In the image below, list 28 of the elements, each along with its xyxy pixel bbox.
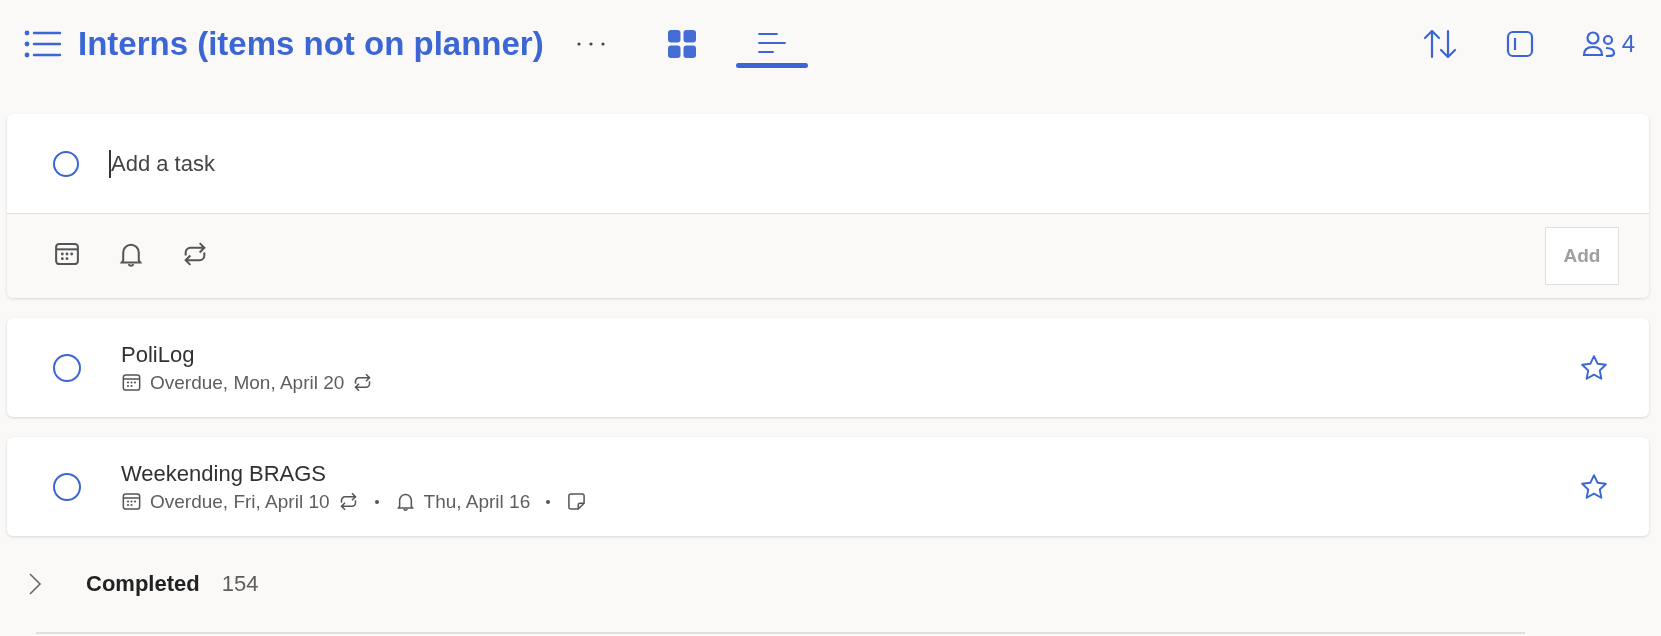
bell-icon (394, 491, 416, 512)
reminder-date: Thu, April 16 (423, 490, 531, 513)
members-button[interactable]: 4 (1581, 30, 1635, 58)
note-icon (566, 491, 588, 512)
list-title: Interns (items not on planner) (78, 25, 544, 63)
calendar-icon (121, 491, 142, 512)
sort-icon[interactable] (1421, 28, 1458, 60)
chevron-icon[interactable] (28, 572, 42, 596)
task-circle[interactable] (53, 150, 79, 177)
task-title[interactable]: PoliLog (121, 341, 1579, 368)
task-circle[interactable] (53, 472, 81, 501)
menu-icon[interactable] (24, 29, 62, 59)
panel-icon[interactable] (1505, 30, 1534, 58)
grid-icon (666, 29, 697, 59)
separator-dot (546, 499, 551, 504)
task-title[interactable]: Weekending BRAGS (121, 460, 1579, 487)
due-date: Overdue, Fri, April 10 (150, 490, 330, 513)
task-circle[interactable] (53, 353, 81, 382)
separator-dot (374, 499, 379, 504)
calendar-icon[interactable] (53, 240, 81, 268)
calendar-icon (121, 372, 142, 393)
star-icon[interactable] (1579, 352, 1609, 383)
more-icon[interactable] (575, 41, 606, 47)
completed-count: 154 (221, 571, 259, 597)
completed-label[interactable]: Completed (86, 571, 200, 597)
due-date: Overdue, Mon, April 20 (150, 371, 345, 394)
star-icon[interactable] (1579, 471, 1609, 502)
add-task-field[interactable]: Add a task (109, 149, 1649, 178)
